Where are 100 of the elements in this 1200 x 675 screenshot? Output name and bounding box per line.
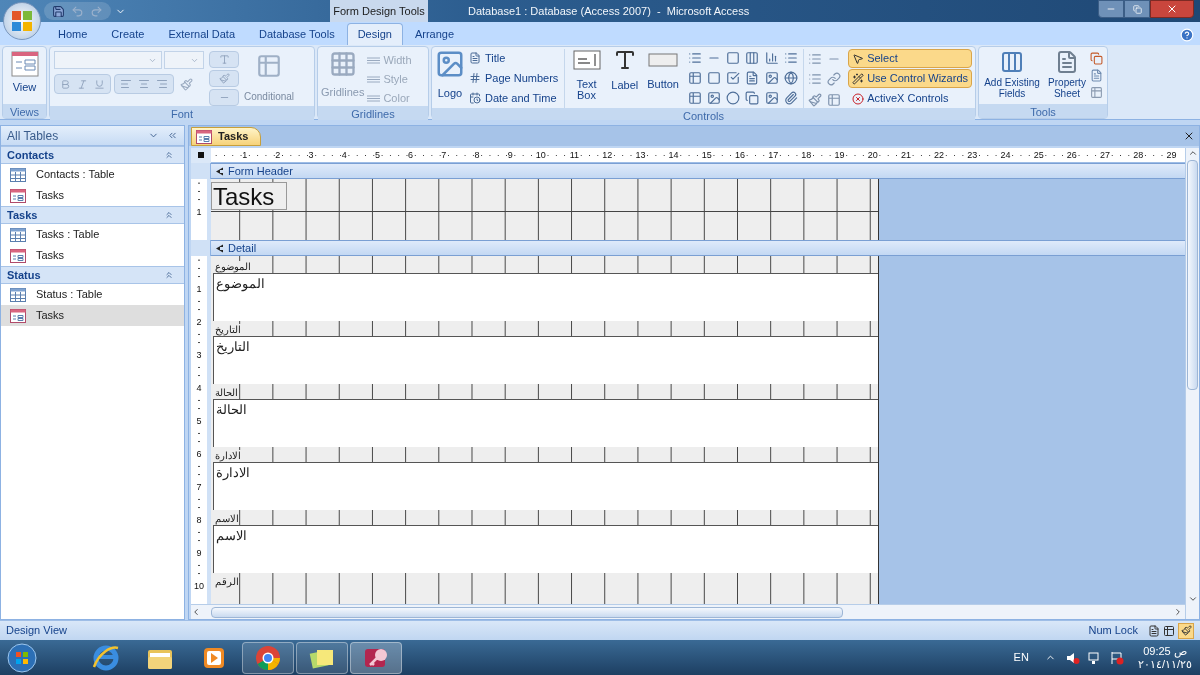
control-tool-icon[interactable] bbox=[707, 91, 722, 105]
logo-button[interactable]: Logo bbox=[435, 49, 465, 108]
tool-button[interactable]: Property Sheet bbox=[1045, 50, 1089, 104]
control-tool-icon[interactable] bbox=[783, 91, 798, 105]
speaker-icon[interactable] bbox=[1065, 650, 1080, 665]
close-document-icon[interactable] bbox=[1183, 130, 1195, 142]
minimize-button[interactable] bbox=[1098, 0, 1124, 18]
maximize-button[interactable] bbox=[1124, 0, 1150, 18]
horizontal-scrollbar[interactable] bbox=[191, 604, 1185, 619]
fill-color-icon bbox=[218, 73, 230, 84]
design-view-button[interactable] bbox=[1178, 622, 1194, 639]
control-button[interactable]: Button bbox=[645, 49, 681, 108]
control-tool-icon[interactable] bbox=[745, 51, 760, 65]
control-tool-icon[interactable] bbox=[764, 91, 779, 105]
line-icon bbox=[367, 94, 381, 102]
flag-icon[interactable] bbox=[1109, 650, 1124, 665]
group-header[interactable]: Contacts bbox=[1, 146, 184, 164]
tool-icon[interactable] bbox=[1090, 86, 1103, 99]
text-box-control[interactable]: التاريخ bbox=[213, 336, 878, 384]
collapse-icon[interactable] bbox=[167, 130, 178, 141]
align-right-icon[interactable] bbox=[156, 78, 168, 90]
ribbon-tab[interactable]: Arrange bbox=[402, 23, 467, 45]
ruler-corner[interactable] bbox=[191, 147, 211, 163]
clock[interactable]: 09:25 ص ٢٠١٤/١١/٢٥ bbox=[1137, 644, 1192, 671]
section-band[interactable]: Detail bbox=[211, 240, 1185, 256]
save-icon[interactable] bbox=[52, 4, 65, 18]
control-tool-icon[interactable] bbox=[783, 51, 798, 65]
bold-icon[interactable] bbox=[60, 78, 71, 90]
format-tool-icon[interactable] bbox=[826, 72, 841, 87]
format-tool-icon[interactable] bbox=[826, 92, 841, 107]
tool-icon[interactable] bbox=[1090, 52, 1103, 65]
nav-item[interactable]: Tasks bbox=[1, 185, 184, 206]
control-tool-icon[interactable] bbox=[688, 51, 703, 65]
ribbon-tab[interactable]: Create bbox=[99, 23, 157, 45]
fill-color-button[interactable] bbox=[209, 70, 239, 87]
ruler-number: 2 bbox=[196, 317, 202, 327]
control-tool-icon[interactable] bbox=[764, 71, 779, 85]
office-button[interactable] bbox=[3, 2, 41, 40]
control-tool-icon[interactable] bbox=[707, 71, 722, 85]
taskbar-button[interactable] bbox=[242, 641, 294, 674]
control-tool-icon[interactable] bbox=[726, 71, 741, 85]
control-tool-icon[interactable] bbox=[745, 71, 760, 85]
mode-button[interactable]: Use Control Wizards bbox=[848, 69, 972, 88]
nav-item[interactable]: Tasks : Table bbox=[1, 224, 184, 245]
close-button[interactable] bbox=[1150, 0, 1194, 18]
help-icon[interactable] bbox=[1180, 28, 1194, 42]
control-tool-icon[interactable] bbox=[688, 91, 703, 105]
form-view-icon[interactable] bbox=[1148, 624, 1160, 637]
align-center-icon[interactable] bbox=[138, 78, 150, 90]
document-tab[interactable]: Tasks bbox=[191, 127, 262, 146]
header-item-button[interactable]: Date and Time bbox=[469, 89, 559, 107]
control-button[interactable]: Text Box bbox=[569, 49, 604, 108]
text-box-control[interactable]: الحالة bbox=[213, 399, 878, 447]
view-button[interactable]: View bbox=[3, 47, 46, 104]
network-icon[interactable] bbox=[1087, 650, 1102, 665]
vertical-scrollbar[interactable] bbox=[1185, 148, 1199, 619]
mode-button[interactable]: Select bbox=[848, 49, 972, 68]
tool-button[interactable]: Add Existing Fields bbox=[980, 50, 1044, 104]
format-tool-icon[interactable] bbox=[807, 52, 822, 66]
nav-item[interactable]: Contacts : Table bbox=[1, 164, 184, 185]
text-box-control[interactable]: الادارة bbox=[213, 462, 878, 510]
control-tool-icon[interactable] bbox=[688, 71, 703, 85]
align-left-icon[interactable] bbox=[120, 78, 132, 90]
font-name-field[interactable] bbox=[54, 51, 162, 69]
ribbon-tab[interactable]: Design bbox=[346, 23, 403, 45]
format-tool-icon[interactable] bbox=[807, 72, 822, 87]
control-tool-icon[interactable] bbox=[745, 91, 760, 105]
mode-button[interactable]: ActiveX Controls bbox=[848, 89, 972, 108]
font-size-field[interactable] bbox=[164, 51, 204, 69]
tool-icon[interactable] bbox=[1090, 69, 1103, 82]
control-tool-icon[interactable] bbox=[783, 71, 798, 85]
format-tool-icon[interactable] bbox=[807, 92, 822, 107]
control-tool-icon[interactable] bbox=[726, 91, 741, 105]
language-indicator[interactable]: EN bbox=[1013, 649, 1029, 666]
ribbon-tab[interactable]: External Data bbox=[156, 23, 248, 45]
line-color-button[interactable] bbox=[209, 89, 239, 106]
group-header[interactable]: Status bbox=[1, 266, 184, 284]
nav-item[interactable]: Status : Table bbox=[1, 284, 184, 305]
nav-item[interactable]: Tasks bbox=[1, 305, 184, 326]
form-icon bbox=[10, 248, 26, 263]
datasheet-view-icon[interactable] bbox=[1163, 624, 1175, 637]
ruler-number: 9 bbox=[507, 150, 513, 160]
section-band[interactable]: Form Header bbox=[211, 163, 1185, 179]
taskbar-button[interactable] bbox=[296, 641, 348, 674]
ruler-number: 8 bbox=[474, 150, 480, 160]
control-button[interactable]: Label bbox=[607, 49, 642, 108]
group-header[interactable]: Tasks bbox=[1, 206, 184, 224]
format-painter-icon[interactable] bbox=[180, 77, 193, 91]
header-item-button[interactable]: Title bbox=[469, 49, 559, 67]
text-box-control[interactable]: الموضوع bbox=[213, 273, 878, 321]
header-item-button[interactable]: Page Numbers bbox=[469, 69, 559, 87]
control-tool-icon[interactable] bbox=[764, 51, 779, 65]
ruler-number: 3 bbox=[196, 350, 202, 360]
text-box-control[interactable]: الاسم bbox=[213, 525, 878, 573]
form-icon bbox=[196, 129, 212, 144]
font-color-button[interactable] bbox=[209, 51, 239, 68]
ribbon-tab[interactable]: Database Tools bbox=[247, 23, 347, 45]
ribbon-tab[interactable]: Home bbox=[46, 23, 100, 45]
nav-item[interactable]: Tasks bbox=[1, 245, 184, 266]
control-tool-icon[interactable] bbox=[726, 51, 741, 65]
